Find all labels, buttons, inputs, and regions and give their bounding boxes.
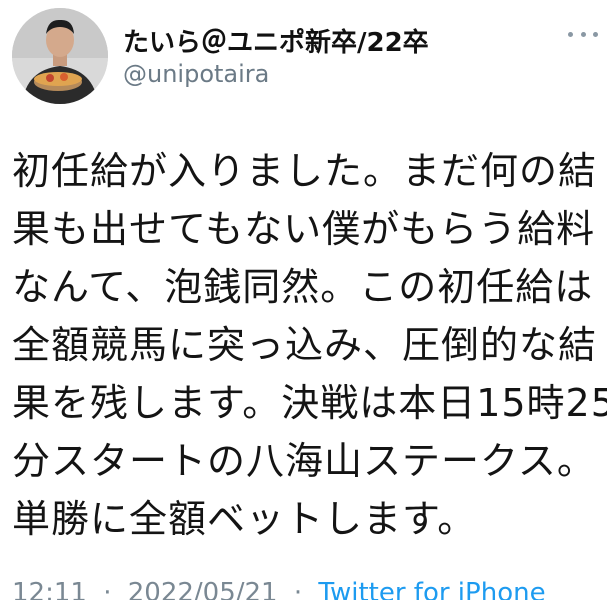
tweet-line: なんて、泡銭同然。この初任給は xyxy=(12,265,594,309)
more-options-icon[interactable] xyxy=(568,28,598,40)
tweet-line: 分スタートの八海山ステークス。 xyxy=(12,439,596,483)
tweet-time[interactable]: 12:11 xyxy=(12,578,87,600)
separator: · xyxy=(103,578,112,600)
tweet-date[interactable]: 2022/05/21 xyxy=(128,578,278,600)
separator: · xyxy=(293,578,303,600)
tweet-line: 単勝に全額ベットします。 xyxy=(12,497,477,541)
tweet-line: 果を残します。決戦は本日15時25 xyxy=(12,381,607,425)
tweet-text: 初任給が入りました。まだ何の結 果も出せてもない僕がもらう給料 なんて、泡銭同然… xyxy=(12,142,607,548)
avatar[interactable] xyxy=(12,8,108,104)
dot-icon xyxy=(580,31,586,37)
tweet-line: 全額競馬に突っ込み、圧倒的な結 xyxy=(12,323,598,367)
user-handle[interactable]: @unipotaira xyxy=(123,60,269,88)
dot-icon xyxy=(568,31,573,37)
tweet-line: 果も出せてもない僕がもらう給料 xyxy=(12,207,596,251)
tweet-line: 初任給が入りました。まだ何の結 xyxy=(12,149,598,193)
dot-icon xyxy=(593,31,598,37)
tweet-meta: 12:11 · 2022/05/21 · Twitter for iPhone xyxy=(12,578,546,600)
user-photo-icon xyxy=(12,8,108,104)
tweet-client-link[interactable]: Twitter for iPhone xyxy=(318,578,545,600)
display-name[interactable]: たいら＠ユニポ新卒/22卒 xyxy=(123,22,429,59)
